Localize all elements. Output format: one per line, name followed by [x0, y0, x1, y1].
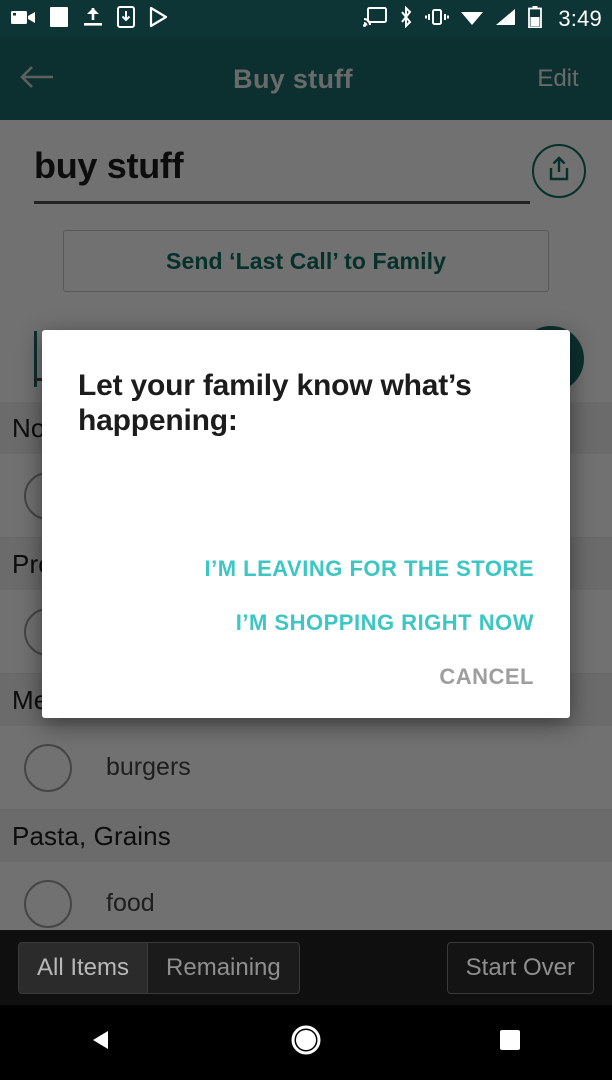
nav-back-button[interactable]: [0, 1025, 204, 1060]
download-to-device-icon: [117, 5, 135, 33]
wifi-icon: [460, 7, 484, 32]
cast-icon: [363, 6, 388, 32]
vibrate-icon: [425, 7, 450, 32]
last-call-dialog: Let your family know what’s happening: I…: [42, 330, 570, 718]
dialog-action-shopping-right-now[interactable]: I’M SHOPPING RIGHT NOW: [236, 596, 534, 650]
nav-recents-button[interactable]: [408, 1027, 612, 1058]
start-over-button[interactable]: Start Over: [446, 941, 594, 994]
status-bar-left-icons: [10, 5, 170, 33]
video-camera-icon: [10, 7, 36, 32]
filter-remaining-button[interactable]: Remaining: [148, 941, 300, 994]
filter-all-items-button[interactable]: All Items: [18, 941, 149, 994]
nav-home-circle-icon: [289, 1023, 323, 1062]
bottom-toolbar: All Items Remaining Start Over: [0, 930, 612, 1005]
nav-recents-square-icon: [497, 1027, 523, 1058]
bluetooth-icon: [398, 5, 414, 33]
nav-home-button[interactable]: [204, 1023, 408, 1062]
android-nav-bar: [0, 1005, 612, 1080]
dialog-title: Let your family know what’s happening:: [78, 369, 472, 438]
battery-icon: [528, 5, 543, 33]
dialog-action-cancel[interactable]: CANCEL: [439, 650, 534, 704]
phone-screen: buy stuff Send ‘Last Call’ to Family: [0, 0, 612, 1080]
status-bar-right-icons: 3:49: [363, 5, 602, 33]
screenshot-icon: [49, 6, 69, 33]
status-bar-clock: 3:49: [558, 6, 602, 31]
status-bar: 3:49: [0, 0, 612, 38]
play-store-icon: [148, 6, 170, 33]
cell-signal-icon: [495, 7, 517, 32]
dialog-actions: I’M LEAVING FOR THE STORE I’M SHOPPING R…: [42, 542, 570, 718]
upload-icon: [82, 6, 104, 33]
dialog-action-leaving-for-store[interactable]: I’M LEAVING FOR THE STORE: [205, 542, 534, 596]
nav-back-triangle-icon: [87, 1025, 117, 1060]
